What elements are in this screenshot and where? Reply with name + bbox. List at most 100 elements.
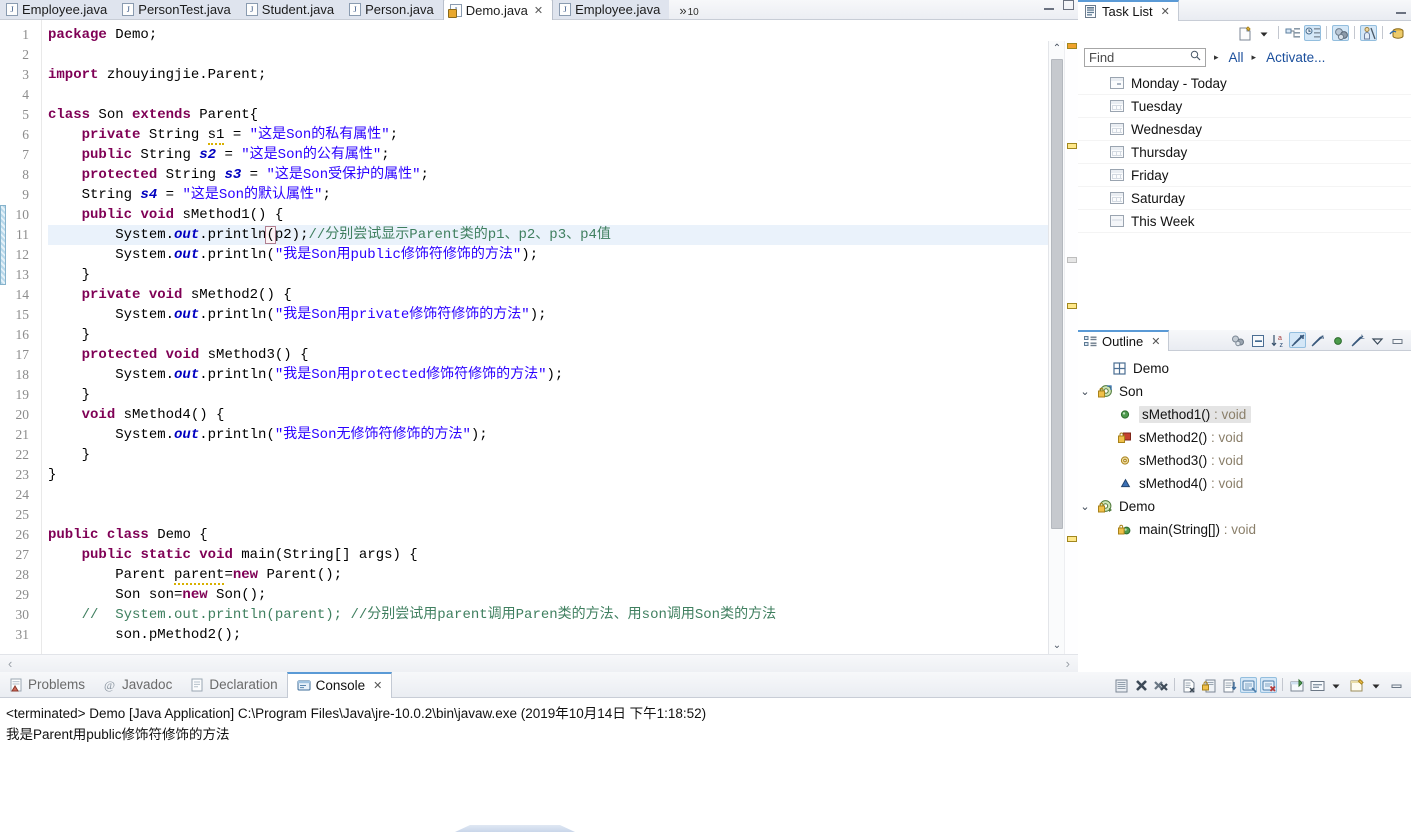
code-line[interactable]: } <box>48 385 1078 405</box>
close-console-icon[interactable] <box>1260 676 1277 693</box>
code-line[interactable]: protected void sMethod3() { <box>48 345 1078 365</box>
code-line[interactable] <box>48 45 1078 65</box>
editor-horizontal-scrollbar[interactable]: ‹ › <box>0 654 1078 672</box>
editor-vertical-scrollbar[interactable]: ⌃ ⌄ <box>1048 41 1064 654</box>
code-line[interactable]: package Demo; <box>48 25 1078 45</box>
lock-console-icon[interactable] <box>1200 677 1217 693</box>
task-list-tab[interactable]: Task List ✕ <box>1078 0 1179 21</box>
code-line[interactable]: System.out.println("我是Son无修饰符修饰的方法"); <box>48 425 1078 445</box>
new-console-view-icon[interactable] <box>1348 677 1365 693</box>
code-line[interactable] <box>48 505 1078 525</box>
task-list-minimize-icon[interactable] <box>1396 12 1406 14</box>
editor-tab-2[interactable]: J Student.java <box>239 0 344 19</box>
code-line[interactable]: private void sMethod2() { <box>48 285 1078 305</box>
overview-mark-warning[interactable] <box>1067 536 1077 542</box>
focus-on-workweek-icon[interactable] <box>1332 24 1349 41</box>
task-list-item[interactable]: Wednesday <box>1078 118 1411 141</box>
overview-mark-error[interactable] <box>1067 43 1077 49</box>
collapse-all-icon[interactable] <box>1249 332 1266 348</box>
toggle-person-filter-icon[interactable] <box>1360 24 1377 41</box>
bottom-tab-javadoc[interactable]: @ Javadoc <box>94 672 181 698</box>
terminate-icon[interactable] <box>1132 677 1149 693</box>
task-list-item[interactable]: Tuesday <box>1078 95 1411 118</box>
overview-ruler[interactable] <box>1064 41 1078 654</box>
bottom-tab-close-icon[interactable]: ✕ <box>373 679 382 692</box>
task-find-input[interactable]: Find <box>1084 47 1206 67</box>
hscroll-left-icon[interactable]: ‹ <box>8 656 12 671</box>
overview-mark-warning[interactable] <box>1067 303 1077 309</box>
scroll-lock-icon[interactable] <box>1112 677 1129 693</box>
show-console-on-output-icon[interactable] <box>1220 677 1237 693</box>
editor-tab-5[interactable]: J Employee.java <box>553 0 670 19</box>
code-line[interactable]: son.pMethod2(); <box>48 625 1078 645</box>
outline-tab[interactable]: Outline ✕ <box>1078 329 1170 351</box>
outline-minimize-icon[interactable] <box>1389 332 1406 348</box>
task-list-item[interactable]: Saturday <box>1078 187 1411 210</box>
code-line[interactable]: } <box>48 325 1078 345</box>
bottom-tab-problems[interactable]: Problems <box>0 672 94 698</box>
code-line[interactable]: public String s2 = "这是Son的公有属性"; <box>48 145 1078 165</box>
code-line[interactable]: System.out.println("我是Son用private修饰符修饰的方… <box>48 305 1078 325</box>
task-list-close-icon[interactable]: ✕ <box>1161 5 1170 18</box>
code-line[interactable]: void sMethod4() { <box>48 405 1078 425</box>
task-list-item[interactable]: Thursday <box>1078 141 1411 164</box>
outline-item[interactable]: sMethod3() : void <box>1078 449 1411 472</box>
editor-tab-4[interactable]: J Demo.java ✕ <box>442 0 554 20</box>
code-line[interactable]: } <box>48 465 1078 485</box>
bottom-tab-declaration[interactable]: Declaration <box>181 672 286 698</box>
new-task-dropdown-icon[interactable] <box>1256 25 1273 41</box>
outline-item[interactable]: ⌄ Son <box>1078 380 1411 403</box>
display-selected-console-icon[interactable] <box>1308 677 1325 693</box>
vertical-scroll-thumb[interactable] <box>1051 59 1063 529</box>
code-line[interactable]: public class Demo { <box>48 525 1078 545</box>
categorize-tasks-icon[interactable] <box>1284 25 1301 41</box>
code-line[interactable]: String s4 = "这是Son的默认属性"; <box>48 185 1078 205</box>
task-list-item[interactable]: Monday - Today <box>1078 72 1411 95</box>
code-line[interactable]: System.out.println(p2);//分别尝试显示Parent类的p… <box>48 225 1078 245</box>
code-line[interactable]: // System.out.println(parent); //分别尝试用pa… <box>48 605 1078 625</box>
activate-link[interactable]: Activate... <box>1266 50 1325 65</box>
overview-mark-warning[interactable] <box>1067 143 1077 149</box>
schedule-tasks-icon[interactable] <box>1304 24 1321 41</box>
outline-item[interactable]: sMethod2() : void <box>1078 426 1411 449</box>
code-line[interactable] <box>48 485 1078 505</box>
task-list-item[interactable]: Friday <box>1078 164 1411 187</box>
view-menu-icon[interactable] <box>1369 332 1386 348</box>
outline-item[interactable]: Demo <box>1078 357 1411 380</box>
code-line[interactable]: } <box>48 265 1078 285</box>
hide-fields-icon[interactable] <box>1289 332 1306 348</box>
outline-twisty-icon[interactable]: ⌄ <box>1078 500 1092 513</box>
outline-item[interactable]: sMethod4() : void <box>1078 472 1411 495</box>
new-console-dropdown-icon[interactable] <box>1368 677 1385 693</box>
code-line[interactable]: Son son=new Son(); <box>48 585 1078 605</box>
synchronize-tasks-icon[interactable] <box>1388 25 1405 41</box>
outline-item[interactable]: sMethod1() : void <box>1078 403 1411 426</box>
outline-item[interactable]: ⌄ Demo <box>1078 495 1411 518</box>
code-line[interactable]: public void sMethod1() { <box>48 205 1078 225</box>
code-line[interactable]: protected String s3 = "这是Son受保护的属性"; <box>48 165 1078 185</box>
code-line[interactable]: System.out.println("我是Son用public修饰符修饰的方法… <box>48 245 1078 265</box>
code-line[interactable]: Parent parent=new Parent(); <box>48 565 1078 585</box>
code-line[interactable]: class Son extends Parent{ <box>48 105 1078 125</box>
outline-twisty-icon[interactable]: ⌄ <box>1078 385 1092 398</box>
editor-tab-3[interactable]: J Person.java <box>343 0 443 19</box>
focus-on-active-task-icon[interactable] <box>1229 332 1246 348</box>
bottom-tab-console[interactable]: Console ✕ <box>286 671 393 698</box>
hide-public-icon[interactable] <box>1329 332 1346 348</box>
task-list-item[interactable]: This Week <box>1078 210 1411 233</box>
code-line[interactable]: private String s1 = "这是Son的私有属性"; <box>48 125 1078 145</box>
scroll-down-icon[interactable]: ⌄ <box>1051 640 1063 652</box>
code-line[interactable]: public static void main(String[] args) { <box>48 545 1078 565</box>
all-caret-icon[interactable]: ▸ <box>1214 52 1219 63</box>
hscroll-right-icon[interactable]: › <box>1066 656 1070 671</box>
sort-alphabetically-icon[interactable]: az <box>1269 332 1286 349</box>
new-task-icon[interactable] <box>1236 25 1253 41</box>
outline-close-icon[interactable]: ✕ <box>1151 335 1160 348</box>
code-line[interactable]: import zhouyingjie.Parent; <box>48 65 1078 85</box>
code-text[interactable]: package Demo; import zhouyingjie.Parent;… <box>42 20 1078 672</box>
hide-static-icon[interactable]: s <box>1309 332 1326 348</box>
editor-gutter[interactable]: 1 2 3 4 5 6 7 8 9 10 11 12 13 14 15 16 17 18 19 20 21 22 23 24 2… <box>0 20 42 672</box>
editor-tab-overflow[interactable]: » 10 <box>669 3 702 19</box>
code-line[interactable]: } <box>48 445 1078 465</box>
overview-mark-info[interactable] <box>1067 257 1077 263</box>
